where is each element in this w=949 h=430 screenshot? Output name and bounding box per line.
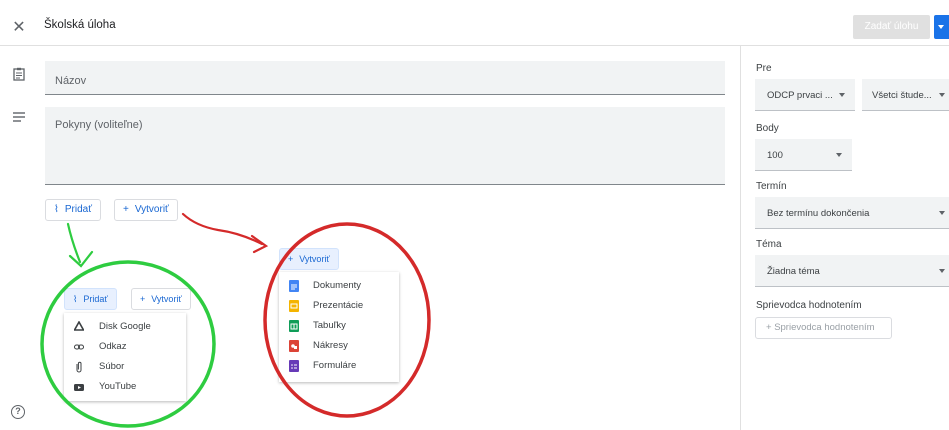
- class-select[interactable]: ODCP prvaci ...: [755, 79, 855, 111]
- assignment-icon: [13, 67, 25, 81]
- docs-icon: [289, 280, 299, 292]
- add-menu-item-drive[interactable]: Disk Google: [64, 317, 186, 337]
- plus-icon: +: [140, 294, 146, 304]
- add-menu-item-youtube[interactable]: YouTube: [64, 377, 186, 397]
- plus-icon: +: [766, 322, 775, 333]
- create-menu-button[interactable]: + Vytvoriť: [279, 248, 339, 270]
- assign-button[interactable]: Zadať úlohu: [853, 15, 930, 39]
- due-select[interactable]: Bez termínu dokončenia: [755, 197, 949, 229]
- chevron-down-icon: [836, 153, 842, 157]
- create-button[interactable]: + Vytvoriť: [114, 199, 178, 221]
- create-menu: Dokumenty Prezentácie Tabuľky Nákresy Fo…: [279, 272, 399, 382]
- close-icon[interactable]: ✕: [10, 18, 28, 36]
- sheets-icon: [289, 320, 299, 332]
- chevron-down-icon: [939, 211, 945, 215]
- paperclip-icon: [76, 361, 82, 373]
- instructions-field[interactable]: Pokyny (voliteľne): [45, 107, 725, 185]
- topic-select[interactable]: Žiadna téma: [755, 255, 949, 287]
- google-drive-icon: [74, 321, 84, 331]
- add-menu-button[interactable]: ⌇ Pridať: [64, 288, 117, 310]
- drawings-icon: [289, 340, 299, 352]
- chevron-down-icon: [839, 93, 845, 97]
- add-menu-item-link[interactable]: Odkaz: [64, 337, 186, 357]
- points-label: Body: [756, 123, 779, 134]
- plus-icon: +: [123, 204, 129, 215]
- for-label: Pre: [756, 63, 772, 74]
- slides-icon: [289, 300, 299, 312]
- plus-icon: +: [288, 254, 294, 264]
- title-field[interactable]: Názov: [45, 61, 725, 95]
- assign-dropdown-button[interactable]: [934, 15, 949, 39]
- students-select[interactable]: Všetci štude...: [862, 79, 949, 111]
- forms-icon: [289, 360, 299, 372]
- rubric-label: Sprievodca hodnotením: [756, 300, 862, 311]
- youtube-icon: [74, 384, 84, 391]
- help-icon[interactable]: ?: [11, 405, 25, 419]
- chevron-down-icon: [939, 93, 945, 97]
- top-app-bar: ✕ Školská úloha Zadať úlohu: [0, 8, 949, 46]
- create-menu-item-docs[interactable]: Dokumenty: [279, 276, 399, 296]
- paperclip-icon: ⌇: [73, 294, 78, 304]
- title-placeholder: Názov: [55, 75, 87, 87]
- add-button[interactable]: ⌇ Pridať: [45, 199, 101, 221]
- page-title: Školská úloha: [44, 19, 116, 31]
- add-menu-create-button[interactable]: + Vytvoriť: [131, 288, 191, 310]
- points-select[interactable]: 100: [755, 139, 852, 171]
- paperclip-icon: ⌇: [54, 204, 59, 215]
- create-menu-item-forms[interactable]: Formuláre: [279, 356, 399, 376]
- chevron-down-icon: [939, 269, 945, 273]
- instructions-icon: [13, 112, 25, 122]
- create-menu-item-slides[interactable]: Prezentácie: [279, 296, 399, 316]
- topic-label: Téma: [756, 239, 782, 250]
- due-label: Termín: [756, 181, 787, 192]
- add-menu: Disk Google Odkaz Súbor YouTube: [64, 313, 186, 401]
- add-rubric-button[interactable]: + Sprievodca hodnotením: [755, 317, 892, 339]
- link-icon: [74, 344, 84, 350]
- create-menu-item-drawings[interactable]: Nákresy: [279, 336, 399, 356]
- add-menu-item-file[interactable]: Súbor: [64, 357, 186, 377]
- create-menu-item-sheets[interactable]: Tabuľky: [279, 316, 399, 336]
- panel-divider: [740, 46, 741, 430]
- instructions-placeholder: Pokyny (voliteľne): [55, 119, 143, 131]
